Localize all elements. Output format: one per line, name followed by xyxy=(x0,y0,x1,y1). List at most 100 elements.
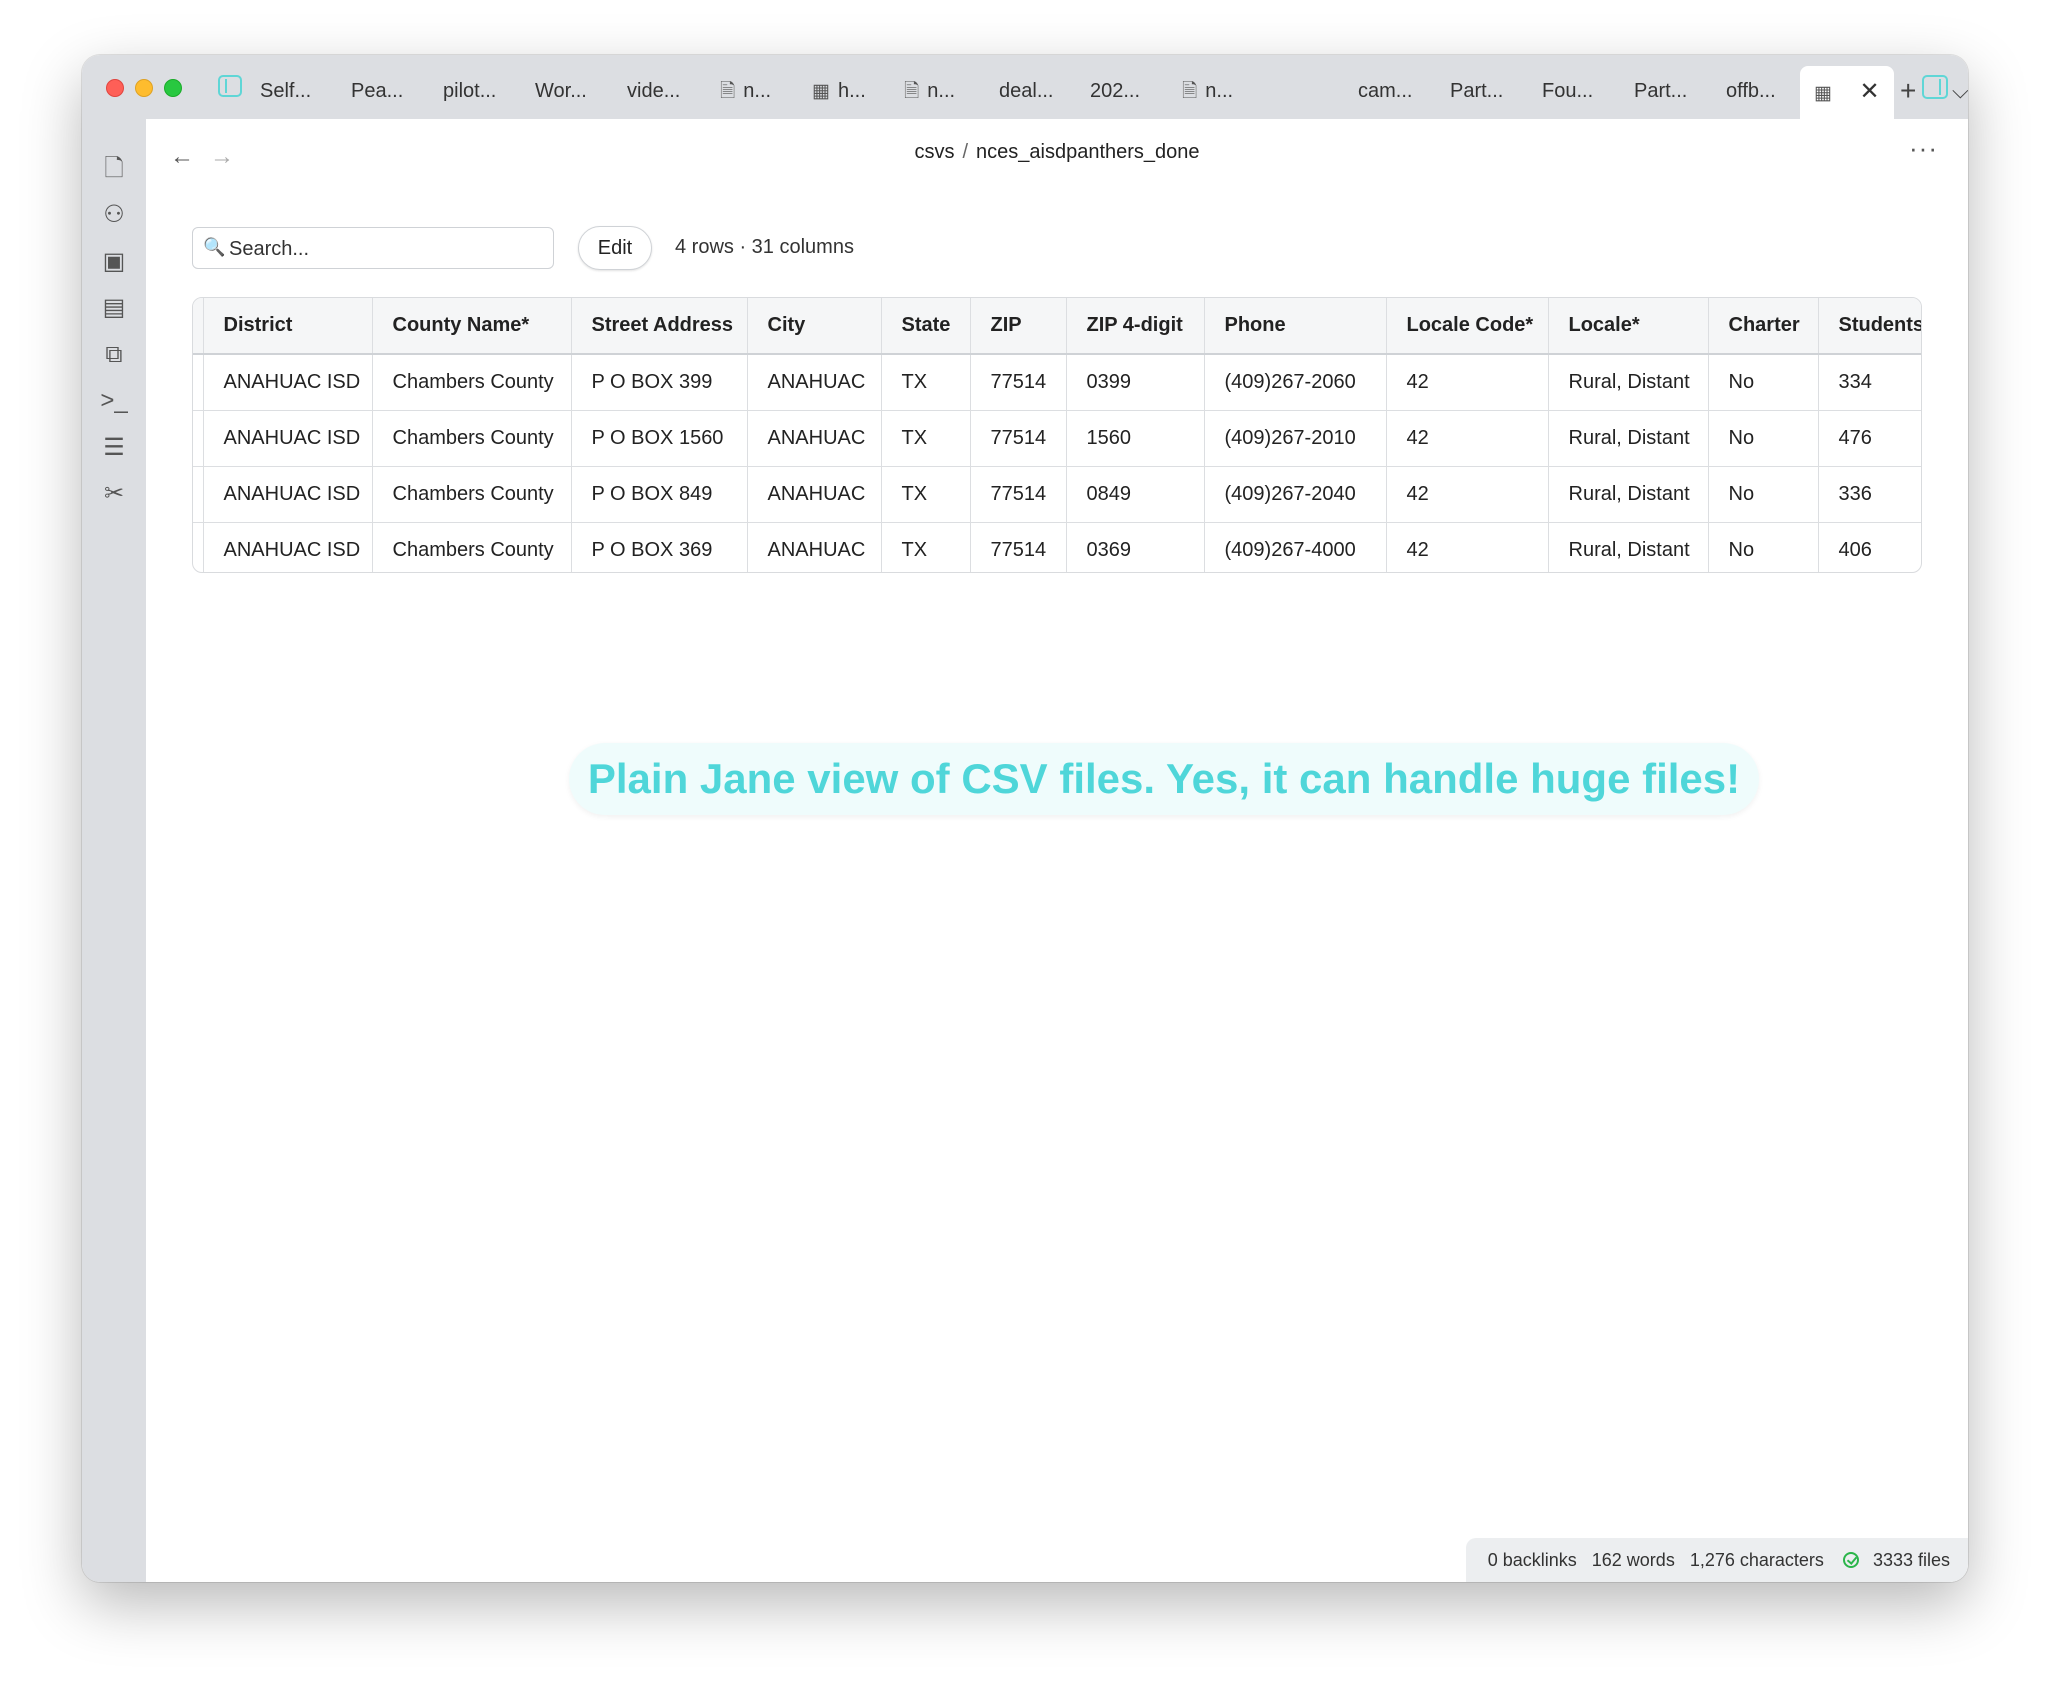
table-cell[interactable]: No xyxy=(1708,466,1819,523)
tab-2[interactable]: pilot... xyxy=(443,65,496,117)
table-cell[interactable]: P O BOX 1560 xyxy=(571,410,748,467)
table-cell[interactable]: 42 xyxy=(1386,354,1549,411)
graph-view-icon[interactable]: ⚇ xyxy=(100,201,128,229)
table-cell[interactable]: 0399 xyxy=(1066,354,1205,411)
table-cell[interactable]: ANAHUAC xyxy=(747,410,882,467)
table-cell[interactable]: ANAHUAC ISD xyxy=(203,466,373,523)
table-cell[interactable]: ANAHUAC ISD xyxy=(203,522,373,572)
table-cell[interactable]: ANAHUAC xyxy=(747,354,882,411)
table-cell[interactable]: 1560 xyxy=(1066,410,1205,467)
table-cell[interactable]: 476 xyxy=(1818,410,1921,467)
column-header[interactable]: Phone xyxy=(1204,298,1387,355)
table-cell[interactable]: 77514 xyxy=(970,466,1067,523)
table-cell[interactable]: Chambers County xyxy=(372,410,572,467)
sync-check-icon[interactable] xyxy=(1842,1552,1859,1569)
terminal-icon[interactable]: >_ xyxy=(100,387,128,415)
table-cell[interactable]: 0849 xyxy=(1066,466,1205,523)
tab-11[interactable]: cam... xyxy=(1358,65,1412,117)
outline-list-icon[interactable]: ☰ xyxy=(100,434,128,462)
table-cell[interactable]: 77514 xyxy=(970,522,1067,572)
table-cell[interactable]: TX xyxy=(881,410,971,467)
column-header[interactable]: Locale Code* xyxy=(1386,298,1549,355)
table-cell[interactable]: Chambers County xyxy=(372,466,572,523)
table-cell[interactable]: ANAHUAC xyxy=(747,466,882,523)
tab-15[interactable]: offb... xyxy=(1726,65,1776,117)
table-cell[interactable]: (409)267-2040 xyxy=(1204,466,1387,523)
column-header[interactable]: Street Address xyxy=(571,298,748,355)
zoom-window-button[interactable] xyxy=(164,79,182,97)
breadcrumb-folder[interactable]: csvs xyxy=(914,141,954,163)
column-header[interactable]: City xyxy=(747,298,882,355)
table-cell[interactable]: TX xyxy=(881,522,971,572)
tab-4[interactable]: vide... xyxy=(627,65,680,117)
tab-10[interactable]: 🗎 n... xyxy=(1182,65,1233,117)
table-cell[interactable]: ANAHUAC ISD xyxy=(203,410,373,467)
table-cell[interactable]: Rural, Distant xyxy=(1548,410,1709,467)
table-cell[interactable]: Rural, Distant xyxy=(1548,522,1709,572)
table-row[interactable]: ANAHUAC ISD Chambers County P O BOX 399 … xyxy=(193,354,1921,411)
table-cell[interactable]: ANAHUAC xyxy=(747,522,882,572)
tab-3[interactable]: Wor... xyxy=(535,65,587,117)
table-cell[interactable]: No xyxy=(1708,410,1819,467)
tab-14[interactable]: Part... xyxy=(1634,65,1687,117)
table-cell[interactable]: (409)267-4000 xyxy=(1204,522,1387,572)
column-header[interactable]: Students xyxy=(1818,298,1921,355)
backlinks-count[interactable]: 0 backlinks xyxy=(1488,1550,1577,1570)
table-cell[interactable]: 336 xyxy=(1818,466,1921,523)
table-cell[interactable]: P O BOX 849 xyxy=(571,466,748,523)
table-cell[interactable]: TX xyxy=(881,466,971,523)
table-cell[interactable]: 77514 xyxy=(970,354,1067,411)
tab-list-chevron-down-icon[interactable]: ⌵ xyxy=(1952,65,1968,117)
calendar-icon[interactable]: ▤ xyxy=(100,294,128,322)
column-header[interactable]: State xyxy=(881,298,971,355)
table-cell[interactable]: P O BOX 399 xyxy=(571,354,748,411)
table-cell[interactable]: 406 xyxy=(1818,522,1921,572)
breadcrumb-file[interactable]: nces_aisdpanthers_done xyxy=(976,141,1200,163)
minimize-window-button[interactable] xyxy=(135,79,153,97)
left-sidebar-toggle-icon[interactable] xyxy=(218,75,242,97)
table-row[interactable]: ANAHUAC ISD Chambers County P O BOX 1560… xyxy=(193,410,1921,467)
tab-1[interactable]: Pea... xyxy=(351,65,403,117)
table-cell[interactable]: No xyxy=(1708,354,1819,411)
table-cell[interactable]: (409)267-2060 xyxy=(1204,354,1387,411)
tab-6[interactable]: ▦ h... xyxy=(812,65,866,117)
table-cell[interactable]: Rural, Distant xyxy=(1548,466,1709,523)
new-tab-plus-icon[interactable]: + xyxy=(1900,65,1916,117)
table-cell[interactable]: Chambers County xyxy=(372,522,572,572)
tab-9[interactable]: 202... xyxy=(1090,65,1140,117)
tab-12[interactable]: Part... xyxy=(1450,65,1503,117)
tab-5[interactable]: 🗎 n... xyxy=(720,65,771,117)
tab-7[interactable]: 🗎 n... xyxy=(904,65,955,117)
table-cell[interactable]: Chambers County xyxy=(372,354,572,411)
table-cell[interactable]: ANAHUAC ISD xyxy=(203,354,373,411)
search-input[interactable] xyxy=(227,234,541,264)
tab-13[interactable]: Fou... xyxy=(1542,65,1593,117)
table-cell[interactable]: 0369 xyxy=(1066,522,1205,572)
table-cell[interactable]: Rural, Distant xyxy=(1548,354,1709,411)
table-cell[interactable]: P O BOX 369 xyxy=(571,522,748,572)
tab-0[interactable]: Self... xyxy=(260,65,311,117)
table-cell[interactable]: (409)267-2010 xyxy=(1204,410,1387,467)
tab-8[interactable]: deal... xyxy=(999,65,1053,117)
more-options-icon[interactable]: ··· xyxy=(1909,133,1938,164)
table-cell[interactable]: TX xyxy=(881,354,971,411)
tab-active-csv[interactable]: ▦ ✕ xyxy=(1800,66,1894,119)
right-sidebar-toggle-icon[interactable] xyxy=(1922,75,1948,99)
table-cell[interactable]: 77514 xyxy=(970,410,1067,467)
column-header[interactable]: ZIP xyxy=(970,298,1067,355)
table-cell[interactable]: 42 xyxy=(1386,522,1549,572)
column-header[interactable]: ZIP 4-digit xyxy=(1066,298,1205,355)
close-window-button[interactable] xyxy=(106,79,124,97)
column-header[interactable]: County Name* xyxy=(372,298,572,355)
column-header[interactable]: Charter xyxy=(1708,298,1819,355)
tools-icon[interactable]: ✂ xyxy=(100,480,128,508)
file-search-icon[interactable]: 🗋 xyxy=(100,155,128,183)
table-row[interactable]: ANAHUAC ISD Chambers County P O BOX 369 … xyxy=(193,522,1921,572)
table-cell[interactable]: 334 xyxy=(1818,354,1921,411)
close-tab-icon[interactable]: ✕ xyxy=(1860,78,1880,105)
table-cell[interactable]: No xyxy=(1708,522,1819,572)
copy-pages-icon[interactable]: ⧉ xyxy=(100,341,128,369)
table-row[interactable]: ANAHUAC ISD Chambers County P O BOX 849 … xyxy=(193,466,1921,523)
canvas-icon[interactable]: ▣ xyxy=(100,248,128,276)
table-cell[interactable]: 42 xyxy=(1386,410,1549,467)
